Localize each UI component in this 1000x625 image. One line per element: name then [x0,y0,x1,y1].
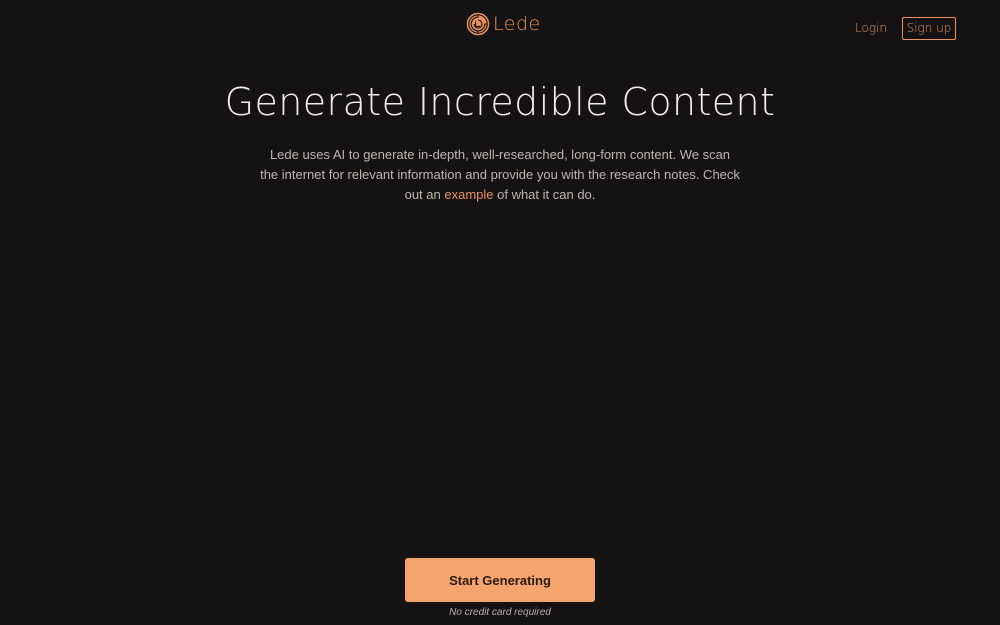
logo-link[interactable]: Lede [466,11,541,37]
hero-title: Generate Incredible Content [224,80,776,124]
login-link[interactable]: Login [855,20,887,36]
logo-text: Lede [493,13,541,35]
hero-description-text-end: of what it can do. [493,187,596,202]
start-generating-button[interactable]: Start Generating [405,558,595,602]
no-credit-card-note: No credit card required [449,607,551,618]
signup-button[interactable]: Sign up [902,17,956,40]
maze-medallion-icon [466,12,490,36]
hero-description: Lede uses AI to generate in-depth, well-… [260,145,740,205]
example-link[interactable]: example [444,187,493,202]
